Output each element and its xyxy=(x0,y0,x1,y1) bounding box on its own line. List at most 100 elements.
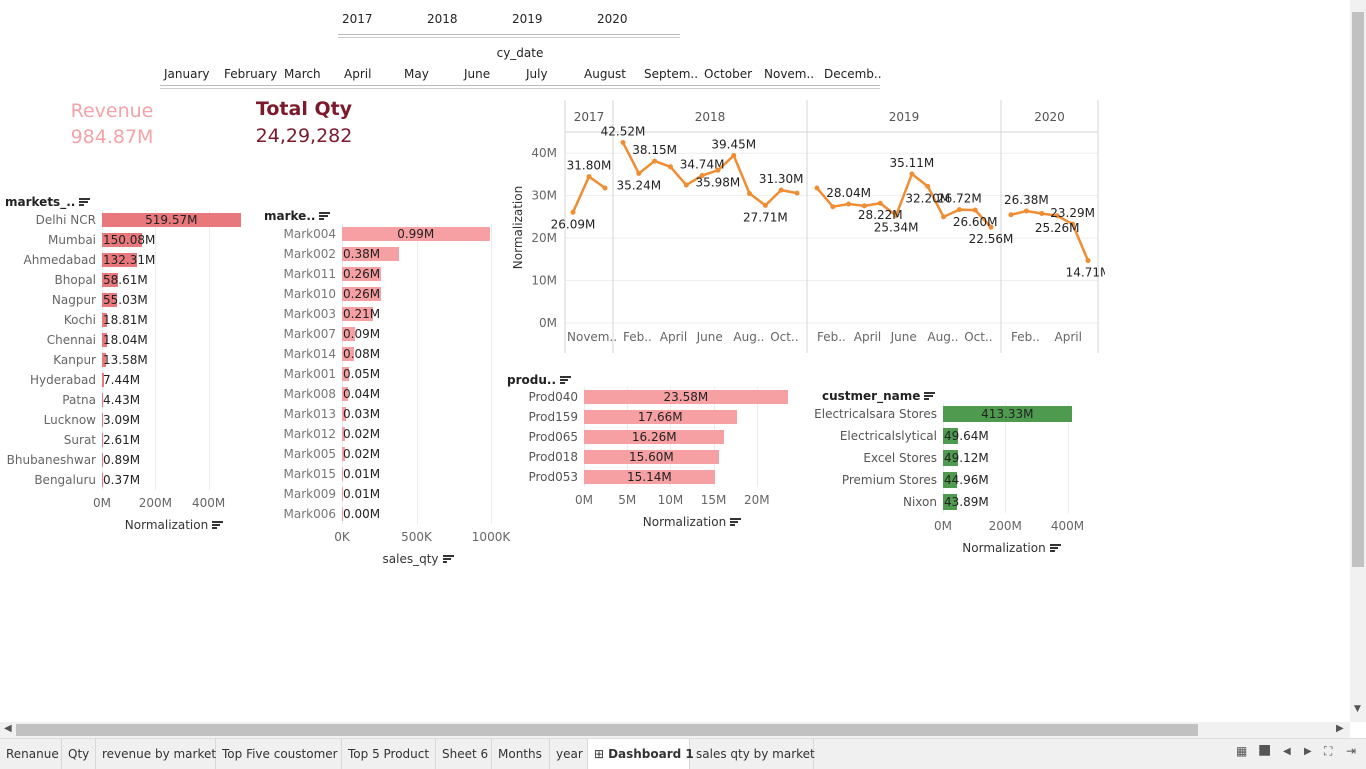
row-label: Surat xyxy=(63,432,96,447)
axis-sort-icon[interactable] xyxy=(730,518,742,527)
tab-revenue-by-market[interactable]: revenue by market xyxy=(96,739,216,769)
x-tick-label: Aug.. xyxy=(927,330,958,344)
dashboard-grid-icon: ⊞ xyxy=(594,747,605,761)
axis-sort-icon[interactable] xyxy=(212,521,224,530)
header-sort-icon[interactable] xyxy=(560,376,572,385)
bar-value-label: 0.02M xyxy=(343,446,381,461)
x-tick-label: 400M xyxy=(1050,519,1085,533)
tab-sheet-6[interactable]: Sheet 6 xyxy=(436,739,492,769)
gridline xyxy=(491,224,493,524)
header-sort-icon[interactable] xyxy=(924,392,936,401)
next-sheet-icon[interactable]: ▶ xyxy=(1304,746,1312,757)
scroll-left-arrow-icon[interactable]: ◀ xyxy=(4,723,12,734)
vertical-scroll-thumb[interactable] xyxy=(1352,12,1364,567)
gridline xyxy=(155,210,157,490)
month-filter[interactable]: January February March April May June Ju… xyxy=(160,63,882,89)
tab-qty[interactable]: Qty xyxy=(62,739,96,769)
data-label: 38.15M xyxy=(632,143,677,157)
year-option-2018[interactable]: 2018 xyxy=(427,12,458,26)
row-label: Mark014 xyxy=(283,346,337,361)
row-label: Mumbai xyxy=(48,232,96,247)
tab-sales-qty-by-market[interactable]: sales qty by market xyxy=(690,739,815,769)
tab-renanue[interactable]: Renanue xyxy=(0,739,62,769)
vertical-scrollbar[interactable]: ▼ xyxy=(1350,0,1366,722)
tab-months[interactable]: Months xyxy=(492,739,550,769)
data-point xyxy=(570,209,576,215)
scroll-right-arrow-icon[interactable]: ▶ xyxy=(1336,723,1344,734)
bar-value-label: 55.03M xyxy=(103,292,148,307)
x-tick-label: Novem.. xyxy=(567,330,617,344)
data-point xyxy=(794,190,800,196)
month-option-february[interactable]: February xyxy=(224,67,277,81)
data-label: 25.34M xyxy=(874,220,919,234)
x-axis-title-label: Normalization xyxy=(642,515,727,529)
month-option-march[interactable]: March xyxy=(284,67,321,81)
y-tick-label: 0M xyxy=(539,316,557,330)
chart-header: markets_.. xyxy=(5,195,91,209)
filmstrip-view-icon[interactable]: ■ xyxy=(1258,742,1271,758)
month-option-may[interactable]: May xyxy=(404,67,429,81)
month-option-december[interactable]: Decemb.. xyxy=(824,67,882,81)
horizontal-scroll-thumb[interactable] xyxy=(16,724,1198,736)
year-filter[interactable]: 2017 2018 2019 2020 xyxy=(338,8,680,38)
previous-sheet-icon[interactable]: ◀ xyxy=(1283,746,1291,757)
tab-top-five-coustomer[interactable]: Top Five coustomer xyxy=(216,739,342,769)
bar-value-label: 15.60M xyxy=(629,449,674,464)
month-filter-title: cy_date xyxy=(496,46,544,60)
x-tick-label: Aug.. xyxy=(733,330,764,344)
year-header-label: 2020 xyxy=(1034,110,1065,124)
data-point xyxy=(731,153,737,159)
grid-view-icon[interactable]: ▦ xyxy=(1236,744,1247,758)
data-label: 35.98M xyxy=(696,175,741,189)
month-option-september[interactable]: Septem.. xyxy=(644,67,698,81)
month-option-august[interactable]: August xyxy=(584,67,626,81)
month-option-november[interactable]: Novem.. xyxy=(764,67,814,81)
x-tick-label: 400M xyxy=(192,496,226,510)
row-label: Lucknow xyxy=(43,412,96,427)
last-sheet-icon[interactable]: ⇥ xyxy=(1346,744,1356,758)
row-label: Prod065 xyxy=(528,429,578,444)
horizontal-scrollbar[interactable]: ◀ ▶ xyxy=(0,722,1350,738)
tab-year[interactable]: year xyxy=(550,739,588,769)
data-label: 23.29M xyxy=(1050,206,1095,220)
data-point xyxy=(778,187,784,193)
revenue-by-market-chart: markets_.. 0M 200M 400M Delhi NCR 519.57M Mumb… xyxy=(0,192,260,542)
header-sort-icon[interactable] xyxy=(319,212,331,221)
top-customers-chart: custmer_name 0M 200M 400M Electricalsara Sto… xyxy=(810,386,1090,562)
axis-sort-icon[interactable] xyxy=(1049,544,1061,553)
month-option-april[interactable]: April xyxy=(344,67,371,81)
data-point xyxy=(830,204,836,210)
year-option-2019[interactable]: 2019 xyxy=(512,12,543,26)
bar-value-label: 0.00M xyxy=(343,506,381,521)
month-option-january[interactable]: January xyxy=(164,67,210,81)
tab-top-5-product[interactable]: Top 5 Product xyxy=(342,739,436,769)
data-point xyxy=(602,185,608,191)
year-option-2020[interactable]: 2020 xyxy=(597,12,628,26)
row-label: Excel Stores xyxy=(863,450,937,465)
fit-screen-icon[interactable]: ⛶ xyxy=(1324,744,1332,759)
tab-dashboard-1[interactable]: ⊞ Dashboard 1 xyxy=(588,739,694,769)
header-sort-icon[interactable] xyxy=(79,198,91,207)
data-point xyxy=(1085,258,1091,264)
axis-sort-icon[interactable] xyxy=(442,555,454,564)
data-point xyxy=(941,214,947,220)
year-option-2017[interactable]: 2017 xyxy=(342,12,373,26)
row-label: Nagpur xyxy=(51,292,96,307)
data-label: 35.11M xyxy=(890,156,935,170)
bar-value-label: 0.09M xyxy=(343,326,381,341)
row-label: Mark004 xyxy=(283,226,337,241)
scroll-down-arrow-icon[interactable]: ▼ xyxy=(1354,704,1361,714)
data-label: 39.45M xyxy=(711,138,756,152)
row-label: Prod040 xyxy=(528,389,578,404)
x-tick-label: Feb.. xyxy=(1011,330,1040,344)
data-label: 14.71M xyxy=(1066,266,1105,280)
month-option-july[interactable]: July xyxy=(526,67,548,81)
bar-value-label: 49.12M xyxy=(944,450,989,465)
data-point xyxy=(683,182,689,188)
month-option-october[interactable]: October xyxy=(704,67,752,81)
bar-value-label: 0.38M xyxy=(343,246,381,261)
bar-value-label: 132.31M xyxy=(103,252,156,267)
month-option-june[interactable]: June xyxy=(464,67,490,81)
x-axis-title: Normalization xyxy=(903,541,1120,555)
row-label: Mark012 xyxy=(283,426,337,441)
